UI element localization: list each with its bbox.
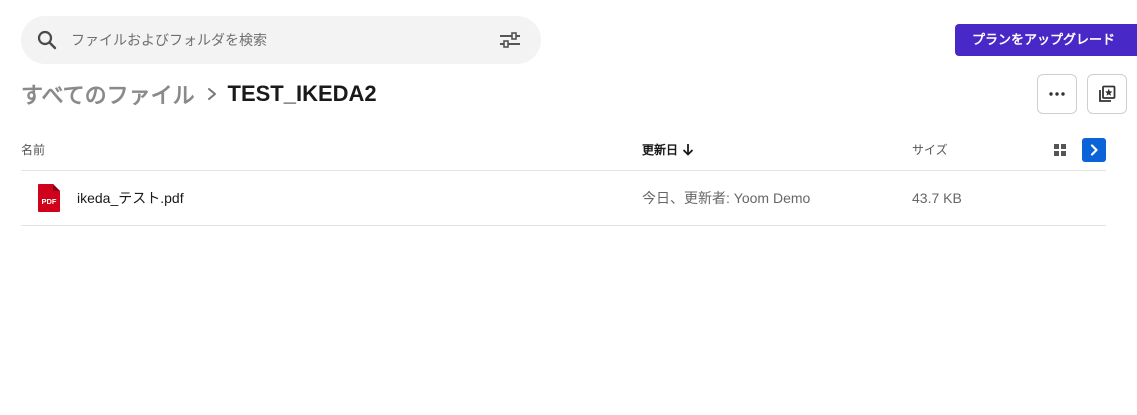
column-header-modified[interactable]: 更新日	[642, 142, 694, 158]
breadcrumb-root-link[interactable]: すべてのファイル	[21, 83, 195, 108]
page: ファイルおよびフォルダを検索 プランをアップグレード すべてのファイル TEST…	[0, 0, 1137, 415]
column-header-name[interactable]: 名前	[21, 142, 45, 158]
file-name[interactable]: ikeda_テスト.pdf	[77, 189, 184, 207]
file-size: 43.7 KB	[912, 190, 962, 206]
search-icon	[37, 30, 57, 50]
arrow-down-icon	[682, 144, 694, 156]
column-header-modified-label: 更新日	[642, 143, 679, 157]
expand-panel-button[interactable]	[1082, 138, 1106, 162]
grid-view-icon[interactable]	[1053, 143, 1067, 157]
upgrade-plan-button[interactable]: プランをアップグレード	[955, 24, 1137, 56]
more-horizontal-icon	[1049, 92, 1065, 96]
pdf-icon-label: PDF	[42, 197, 57, 206]
starred-folder-button[interactable]	[1087, 74, 1127, 114]
column-header-size[interactable]: サイズ	[912, 142, 948, 158]
search-input[interactable]: ファイルおよびフォルダを検索	[71, 31, 267, 49]
file-modified: 今日、更新者: Yoom Demo	[642, 190, 811, 206]
chevron-right-icon	[1090, 144, 1098, 156]
filter-sliders-icon[interactable]	[499, 31, 521, 49]
chevron-right-icon	[208, 88, 217, 100]
starred-copy-icon	[1099, 85, 1116, 102]
more-options-button[interactable]	[1037, 74, 1077, 114]
breadcrumb-current-folder: TEST_IKEDA2	[227, 81, 377, 106]
search-bar[interactable]: ファイルおよびフォルダを検索	[21, 16, 541, 64]
breadcrumb: すべてのファイル TEST_IKEDA2	[21, 78, 377, 108]
pdf-file-icon: PDF	[38, 184, 60, 212]
table-header: 名前 更新日 サイズ	[21, 138, 1106, 171]
table-row[interactable]: PDF ikeda_テスト.pdf 今日、更新者: Yoom Demo 43.7…	[21, 171, 1106, 226]
